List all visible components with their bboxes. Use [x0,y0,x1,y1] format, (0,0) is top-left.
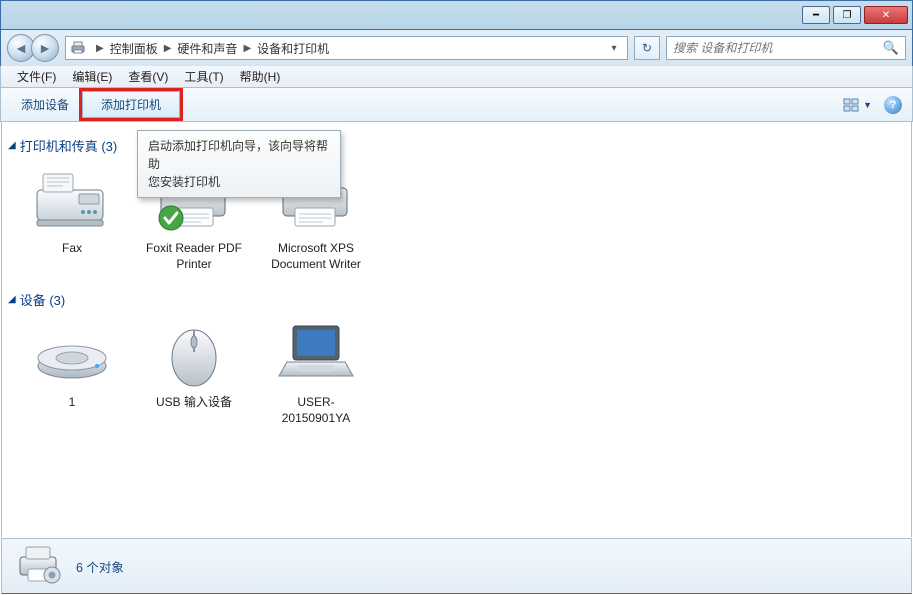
device-label: Microsoft XPS Document Writer [264,241,368,272]
breadcrumb-arrow-icon: ▶ [239,43,255,54]
help-icon: ? [890,99,897,111]
highlight-annotation: 添加打印机 [79,88,183,121]
device-item-drive[interactable]: 1 [20,317,124,426]
arrow-right-icon: ► [38,40,52,56]
device-label: Fax [20,241,124,257]
window-titlebar: ━ ❐ ✕ [0,0,913,30]
search-input[interactable] [673,41,883,55]
close-icon: ✕ [882,10,890,21]
device-item-computer[interactable]: USER-20150901YA [264,317,368,426]
device-item-usb-mouse[interactable]: USB 输入设备 [142,317,246,426]
navigation-row: ◄ ► ▶ 控制面板 ▶ 硬件和声音 ▶ 设备和打印机 ▾ ↻ 🔍 [0,30,913,66]
minimize-button[interactable]: ━ [802,6,830,24]
add-printer-tooltip: 启动添加打印机向导，该向导将帮助 您安装打印机 [137,130,341,198]
breadcrumb-arrow-icon: ▶ [92,43,108,54]
device-item-fax[interactable]: Fax [20,163,124,272]
address-dropdown-icon[interactable]: ▾ [605,43,623,54]
fax-icon [27,163,117,235]
group-devices: ◢ 设备 (3) 1 [6,286,907,426]
minimize-icon: ━ [813,10,819,21]
device-label: USER-20150901YA [264,395,368,426]
breadcrumb-item[interactable]: 硬件和声音 [175,40,239,57]
view-icon [843,98,861,112]
collapse-icon: ◢ [8,140,16,151]
menu-view[interactable]: 查看(V) [120,66,176,87]
group-header-devices[interactable]: ◢ 设备 (3) [6,286,907,317]
menu-tools[interactable]: 工具(T) [176,66,231,87]
mouse-icon [149,317,239,389]
close-button[interactable]: ✕ [864,6,908,24]
device-label: USB 输入设备 [142,395,246,411]
add-printer-button[interactable]: 添加打印机 [82,91,180,118]
device-label: 1 [20,395,124,411]
command-bar-right: ▼ ? [843,96,902,114]
group-title: 打印机和传真 (3) [20,136,118,155]
view-options-button[interactable]: ▼ [843,98,872,112]
tooltip-line: 您安装打印机 [148,173,330,191]
device-label: Foxit Reader PDF Printer [142,241,246,272]
refresh-icon: ↻ [642,41,652,55]
collapse-icon: ◢ [8,294,16,305]
menu-help[interactable]: 帮助(H) [232,66,289,87]
chevron-down-icon: ▼ [863,100,872,110]
maximize-button[interactable]: ❐ [833,6,861,24]
search-icon: 🔍 [883,40,899,56]
status-bar: 6 个对象 [1,538,912,594]
arrow-left-icon: ◄ [14,40,28,56]
devices-printers-icon [70,40,86,56]
menu-bar: 文件(F) 编辑(E) 查看(V) 工具(T) 帮助(H) [0,66,913,88]
group-title: 设备 (3) [20,290,66,309]
forward-button[interactable]: ► [31,34,59,62]
search-box[interactable]: 🔍 [666,36,906,60]
hard-drive-icon [27,317,117,389]
refresh-button[interactable]: ↻ [634,36,660,60]
items-row: 1 USB 输入设备 [6,317,907,426]
help-button[interactable]: ? [884,96,902,114]
command-bar: 添加设备 添加打印机 ▼ ? [0,88,913,122]
breadcrumb-arrow-icon: ▶ [160,43,176,54]
tooltip-line: 启动添加打印机向导，该向导将帮助 [148,137,330,173]
menu-edit[interactable]: 编辑(E) [64,66,120,87]
breadcrumb-item[interactable]: 控制面板 [108,40,160,57]
add-device-button[interactable]: 添加设备 [11,92,79,117]
status-text: 6 个对象 [76,557,124,576]
maximize-icon: ❐ [843,10,852,21]
address-bar[interactable]: ▶ 控制面板 ▶ 硬件和声音 ▶ 设备和打印机 ▾ [65,36,628,60]
breadcrumb-item[interactable]: 设备和打印机 [255,40,331,57]
nav-buttons: ◄ ► [7,34,59,62]
status-printer-icon [16,545,62,587]
menu-file[interactable]: 文件(F) [9,66,64,87]
laptop-icon [271,317,361,389]
